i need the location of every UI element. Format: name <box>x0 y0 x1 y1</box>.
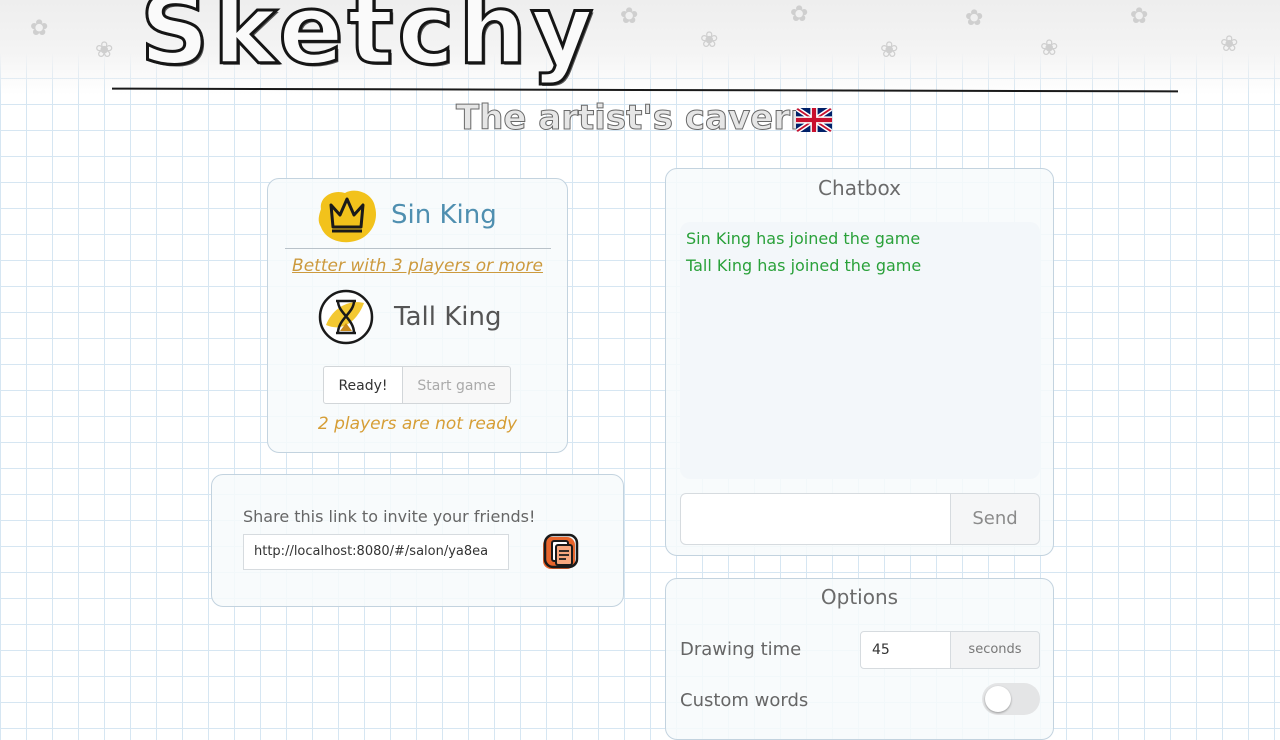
start-game-button[interactable]: Start game <box>403 366 511 404</box>
player-name: Sin King <box>391 200 497 230</box>
flower-icon: ✿ <box>620 4 639 29</box>
chat-message: Tall King has joined the game <box>686 256 922 275</box>
share-label: Share this link to invite your friends! <box>243 507 536 526</box>
players-panel: Sin King Better with 3 players or more T… <box>267 178 568 453</box>
divider <box>285 248 551 249</box>
send-button[interactable]: Send <box>950 493 1040 545</box>
flower-icon: ✿ <box>1130 4 1149 29</box>
ready-status: 2 players are not ready <box>317 414 518 434</box>
flower-icon: ✿ <box>790 2 809 27</box>
copy-icon <box>543 533 579 569</box>
player-row: Tall King <box>318 289 501 345</box>
lobby-actions: Ready! Start game <box>323 366 511 404</box>
chatbox-title: Chatbox <box>818 176 901 200</box>
uk-flag-icon[interactable] <box>796 108 832 132</box>
options-panel: Options Drawing time 45 seconds Custom w… <box>665 578 1054 740</box>
chat-input[interactable] <box>680 493 952 545</box>
app-logo: Sketchy <box>138 0 598 88</box>
options-title: Options <box>820 585 899 609</box>
flower-icon: ❀ <box>700 28 719 53</box>
custom-words-label: Custom words <box>680 690 809 711</box>
drawing-time-label: Drawing time <box>680 639 802 660</box>
ready-button[interactable]: Ready! <box>323 366 403 404</box>
flower-icon: ✿ <box>965 6 984 31</box>
custom-words-toggle[interactable] <box>982 683 1040 715</box>
crown-icon <box>315 187 377 243</box>
flower-icon: ❀ <box>1220 32 1239 57</box>
drawing-time-unit: seconds <box>950 631 1040 669</box>
chat-log[interactable]: Sin King has joined the game Tall King h… <box>680 222 1040 479</box>
flower-icon: ✿ <box>30 16 49 41</box>
flower-icon: ❀ <box>1040 36 1059 61</box>
chatbox-panel: Chatbox Sin King has joined the game Tal… <box>665 168 1054 556</box>
flower-icon: ❀ <box>880 38 899 63</box>
player-name: Tall King <box>394 302 502 332</box>
drawing-time-input[interactable]: 45 <box>860 631 952 669</box>
players-hint[interactable]: Better with 3 players or more <box>268 256 567 276</box>
hourglass-icon <box>318 289 374 345</box>
share-panel: Share this link to invite your friends! … <box>211 474 624 607</box>
player-row: Sin King <box>315 187 497 243</box>
flower-icon: ❀ <box>95 38 114 63</box>
app-tagline: The artist's cavern <box>455 98 815 139</box>
copy-link-button[interactable] <box>540 532 580 572</box>
chat-message: Sin King has joined the game <box>686 229 921 248</box>
invite-link-field[interactable]: http://localhost:8080/#/salon/ya8ea <box>243 534 509 570</box>
toggle-knob <box>985 686 1011 712</box>
